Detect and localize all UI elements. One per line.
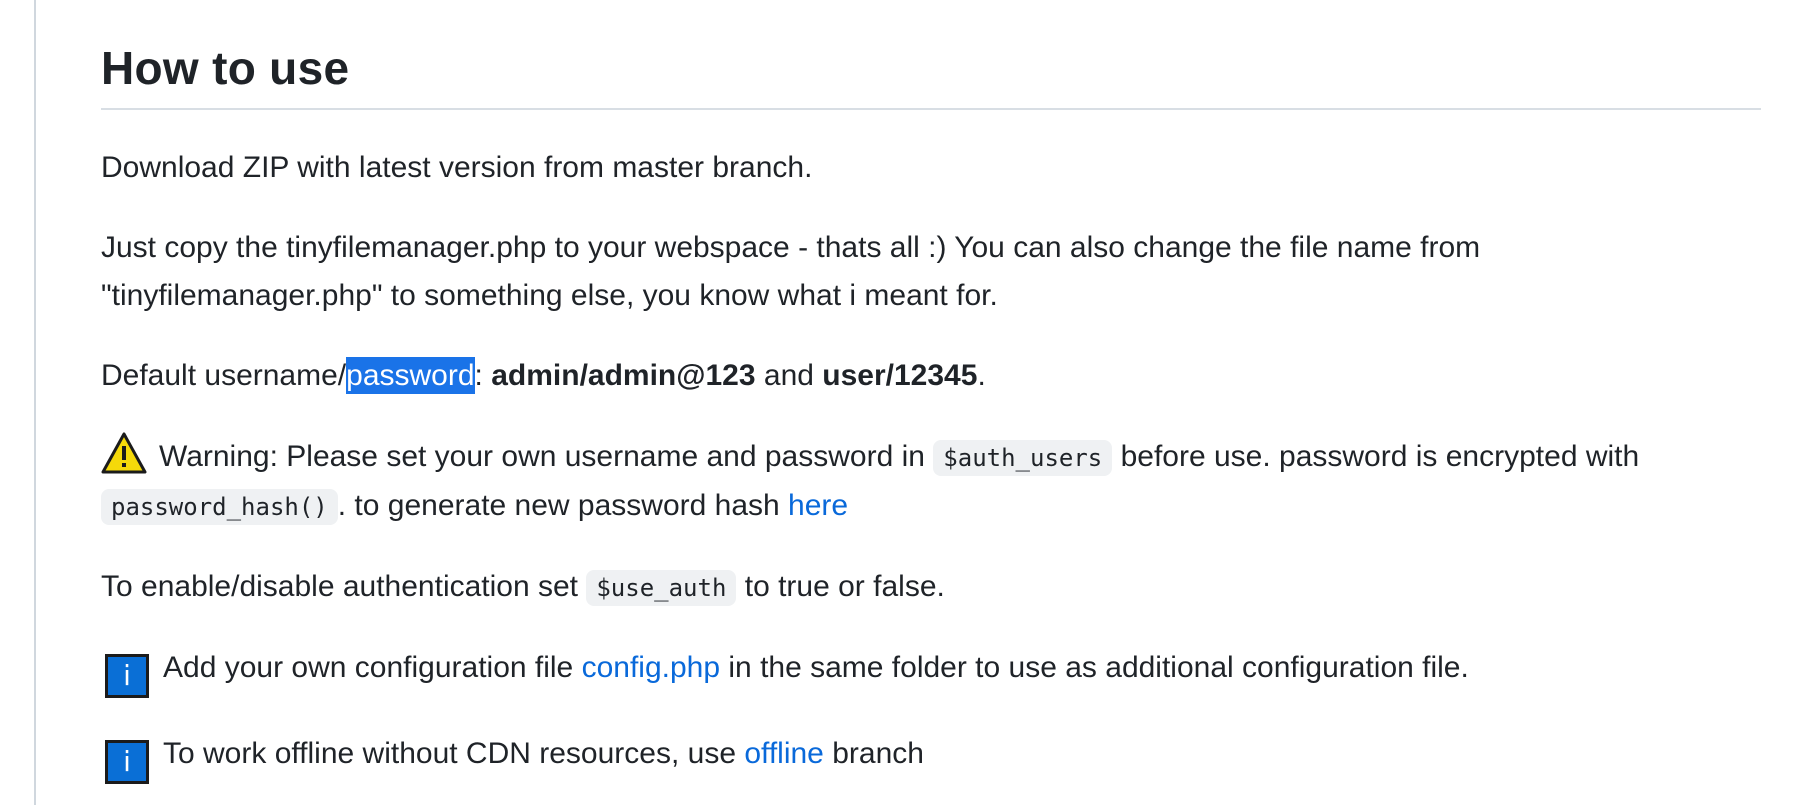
credentials-end: .: [977, 359, 986, 392]
selected-text: password: [346, 357, 475, 394]
config-php-link[interactable]: config.php: [582, 651, 720, 684]
offline-paragraph: i To work offline without CDN resources, …: [101, 730, 1761, 784]
readme-content: How to use Download ZIP with latest vers…: [101, 0, 1761, 784]
download-paragraph: Download ZIP with latest version from ma…: [101, 144, 1761, 192]
credentials-and: and: [755, 359, 823, 392]
auth-text-1: To enable/disable authentication set: [101, 570, 587, 603]
use-auth-code: $use_auth: [586, 570, 737, 606]
warning-text-2: before use. password is encrypted with: [1112, 440, 1640, 473]
warning-paragraph: Warning: Please set your own username an…: [101, 432, 1761, 531]
credentials-prefix: Default username/: [101, 359, 347, 392]
section-heading: How to use: [101, 0, 1761, 110]
config-text-2: in the same folder to use as additional …: [720, 651, 1469, 684]
offline-branch-link[interactable]: offline: [744, 737, 824, 770]
info-icon: i: [105, 740, 149, 784]
offline-text-2: branch: [823, 737, 924, 770]
warning-icon: [101, 432, 147, 474]
warning-text-3: . to generate new password hash: [337, 489, 789, 522]
copy-paragraph: Just copy the tinyfilemanager.php to you…: [101, 224, 1761, 320]
auth-users-code: $auth_users: [933, 440, 1113, 476]
credentials-colon: :: [474, 359, 492, 392]
warning-text-1: Warning: Please set your own username an…: [159, 440, 934, 473]
user-credentials: user/12345: [822, 359, 978, 392]
copy-text: Just copy the tinyfilemanager.php to you…: [101, 231, 1481, 312]
here-link[interactable]: here: [788, 489, 848, 522]
config-text-1: Add your own configuration file: [163, 651, 582, 684]
config-paragraph: i Add your own configuration file config.…: [101, 644, 1761, 698]
auth-text-2: to true or false.: [736, 570, 945, 603]
password-hash-code: password_hash(): [101, 489, 338, 525]
auth-toggle-paragraph: To enable/disable authentication set $us…: [101, 563, 1761, 612]
credentials-paragraph: Default username/password: admin/admin@1…: [101, 352, 1761, 400]
offline-text-1: To work offline without CDN resources, u…: [163, 737, 745, 770]
admin-credentials: admin/admin@123: [491, 359, 756, 392]
info-icon: i: [105, 654, 149, 698]
left-border: [34, 0, 36, 805]
download-text: Download ZIP with latest version from ma…: [101, 151, 813, 184]
